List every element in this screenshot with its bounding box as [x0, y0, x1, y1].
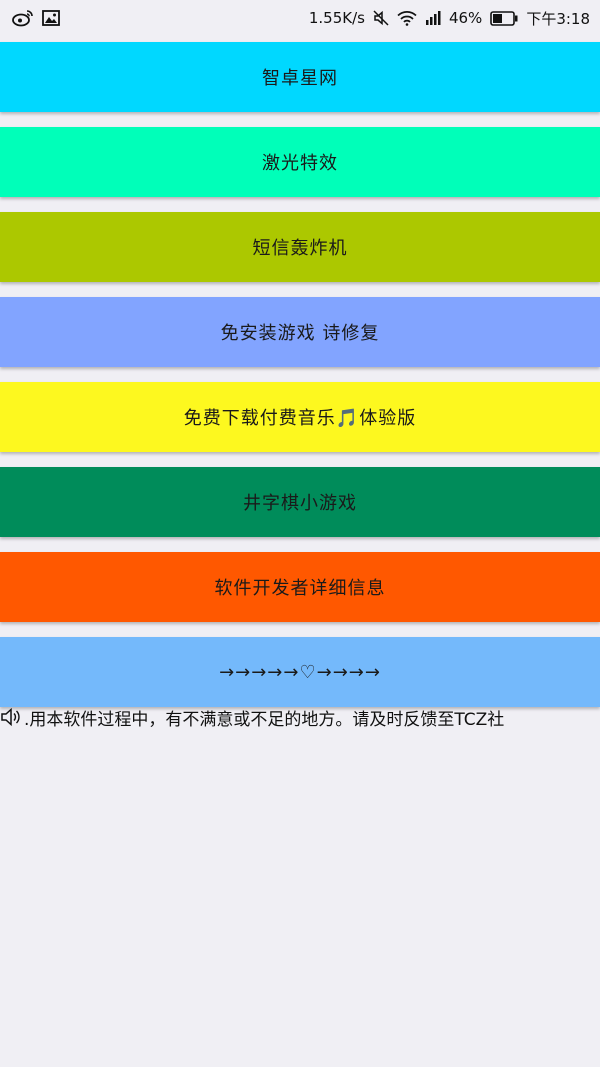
- menu-button-developer-info[interactable]: 软件开发者详细信息: [0, 552, 600, 622]
- status-left: [12, 9, 60, 27]
- menu-button-tic-tac-toe[interactable]: 井字棋小游戏: [0, 467, 600, 537]
- menu-button-sms-bomber[interactable]: 短信轰炸机: [0, 212, 600, 282]
- menu-button-install-free-games[interactable]: 免安装游戏 诗修复: [0, 297, 600, 367]
- speaker-icon: [0, 706, 22, 728]
- status-bar: 1.55K/s 46% 下午3:18: [0, 0, 600, 36]
- status-right: 1.55K/s 46% 下午3:18: [309, 8, 590, 29]
- menu-button-laser-effect[interactable]: 激光特效: [0, 127, 600, 197]
- menu-button-zhizhuo-xingwang[interactable]: 智卓星网: [0, 42, 600, 112]
- menu-list: 智卓星网 激光特效 短信轰炸机 免安装游戏 诗修复 免费下载付费音乐🎵体验版 井…: [0, 42, 600, 707]
- network-speed: 1.55K/s: [308, 9, 365, 27]
- weibo-icon: [12, 9, 34, 27]
- notice-banner: .用本软件过程中，有不满意或不足的地方。请及时反馈至TCZ社: [0, 703, 600, 731]
- image-icon: [42, 10, 60, 26]
- menu-button-arrows-heart[interactable]: →→→→→♡→→→→: [0, 637, 600, 707]
- wifi-icon: [397, 10, 417, 26]
- menu-button-free-music[interactable]: 免费下载付费音乐🎵体验版: [0, 382, 600, 452]
- signal-icon: [425, 10, 441, 26]
- notice-text: .用本软件过程中，有不满意或不足的地方。请及时反馈至TCZ社: [24, 709, 505, 730]
- battery-icon: [490, 10, 518, 26]
- mute-icon: [373, 10, 389, 26]
- battery-percentage: 46%: [448, 9, 483, 27]
- clock: 下午3:18: [526, 9, 590, 28]
